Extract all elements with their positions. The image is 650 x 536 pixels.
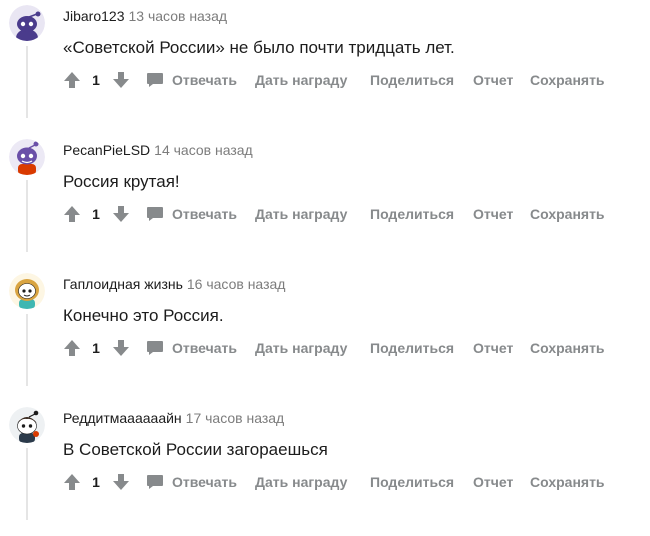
vote-score: 1 bbox=[92, 474, 100, 490]
avatar[interactable] bbox=[9, 273, 45, 309]
comment: PecanPieLSD 14 часов назад Россия крутая!… bbox=[0, 134, 650, 268]
save-button[interactable]: Сохранять bbox=[530, 334, 605, 362]
share-button[interactable]: Поделиться bbox=[370, 200, 454, 228]
timestamp[interactable]: 14 часов назад bbox=[154, 142, 253, 158]
comment-meta: Jibaro123 13 часов назад bbox=[63, 6, 227, 26]
award-button[interactable]: Дать награду bbox=[255, 334, 347, 362]
upvote-arrow-icon[interactable] bbox=[63, 339, 81, 357]
thread-line[interactable] bbox=[26, 46, 28, 118]
upvote-arrow-icon[interactable] bbox=[63, 473, 81, 491]
comment-bubble-icon bbox=[146, 474, 164, 490]
share-button[interactable]: Поделиться bbox=[370, 334, 454, 362]
award-button[interactable]: Дать награду bbox=[255, 468, 347, 496]
snoo-blonde-girl-icon bbox=[9, 273, 45, 309]
avatar[interactable] bbox=[9, 5, 45, 41]
reply-label: Отвечать bbox=[172, 340, 237, 356]
report-button[interactable]: Отчет bbox=[473, 200, 513, 228]
snoo-dark-hair-icon bbox=[9, 407, 45, 443]
comment-meta: PecanPieLSD 14 часов назад bbox=[63, 140, 253, 160]
timestamp[interactable]: 13 часов назад bbox=[129, 8, 228, 24]
author-name[interactable]: PecanPieLSD bbox=[63, 142, 150, 158]
vote-score: 1 bbox=[92, 340, 100, 356]
snoo-purple-red-shirt-icon bbox=[9, 139, 45, 175]
avatar[interactable] bbox=[9, 139, 45, 175]
award-button[interactable]: Дать награду bbox=[255, 66, 347, 94]
author-name[interactable]: Jibaro123 bbox=[63, 8, 125, 24]
avatar[interactable] bbox=[9, 407, 45, 443]
comment-actions: 1 Отвечать Дать награду Поделиться Отчет… bbox=[60, 200, 640, 228]
save-button[interactable]: Сохранять bbox=[530, 66, 605, 94]
comment-text: «Советской России» не было почти тридцат… bbox=[63, 38, 455, 57]
author-name[interactable]: Гаплоидная жизнь bbox=[63, 276, 183, 292]
comment-bubble-icon bbox=[146, 72, 164, 88]
timestamp[interactable]: 17 часов назад bbox=[186, 410, 285, 426]
author-name[interactable]: Реддитмаааааайн bbox=[63, 410, 182, 426]
comment-text: Россия крутая! bbox=[63, 172, 180, 191]
comment: Jibaro123 13 часов назад «Советской Росси… bbox=[0, 0, 650, 134]
save-button[interactable]: Сохранять bbox=[530, 468, 605, 496]
comment-meta: Гаплоидная жизнь 16 часов назад bbox=[63, 274, 285, 294]
report-button[interactable]: Отчет bbox=[473, 66, 513, 94]
comment: Реддитмаааааайн 17 часов назад В Советско… bbox=[0, 402, 650, 536]
thread-line[interactable] bbox=[26, 314, 28, 386]
reply-label: Отвечать bbox=[172, 474, 237, 490]
comment-bubble-icon bbox=[146, 340, 164, 356]
report-button[interactable]: Отчет bbox=[473, 468, 513, 496]
downvote-arrow-icon[interactable] bbox=[112, 473, 130, 491]
comment-actions: 1 Отвечать Дать награду Поделиться Отчет… bbox=[60, 468, 640, 496]
comment-meta: Реддитмаааааайн 17 часов назад bbox=[63, 408, 284, 428]
vote-score: 1 bbox=[92, 72, 100, 88]
report-button[interactable]: Отчет bbox=[473, 334, 513, 362]
reply-label: Отвечать bbox=[172, 72, 237, 88]
save-button[interactable]: Сохранять bbox=[530, 200, 605, 228]
reply-label: Отвечать bbox=[172, 206, 237, 222]
timestamp[interactable]: 16 часов назад bbox=[187, 276, 286, 292]
upvote-arrow-icon[interactable] bbox=[63, 71, 81, 89]
vote-score: 1 bbox=[92, 206, 100, 222]
thread-line[interactable] bbox=[26, 448, 28, 520]
share-button[interactable]: Поделиться bbox=[370, 468, 454, 496]
downvote-arrow-icon[interactable] bbox=[112, 339, 130, 357]
comment-actions: 1 Отвечать Дать награду Поделиться Отчет… bbox=[60, 66, 640, 94]
snoo-purple-icon bbox=[9, 5, 45, 41]
comment-text: В Советской России загораешься bbox=[63, 440, 328, 459]
comment-text: Конечно это Россия. bbox=[63, 306, 224, 325]
award-button[interactable]: Дать награду bbox=[255, 200, 347, 228]
share-button[interactable]: Поделиться bbox=[370, 66, 454, 94]
comment-bubble-icon bbox=[146, 206, 164, 222]
thread-line[interactable] bbox=[26, 180, 28, 252]
downvote-arrow-icon[interactable] bbox=[112, 205, 130, 223]
upvote-arrow-icon[interactable] bbox=[63, 205, 81, 223]
downvote-arrow-icon[interactable] bbox=[112, 71, 130, 89]
comment: Гаплоидная жизнь 16 часов назад Конечно э… bbox=[0, 268, 650, 402]
comment-actions: 1 Отвечать Дать награду Поделиться Отчет… bbox=[60, 334, 640, 362]
